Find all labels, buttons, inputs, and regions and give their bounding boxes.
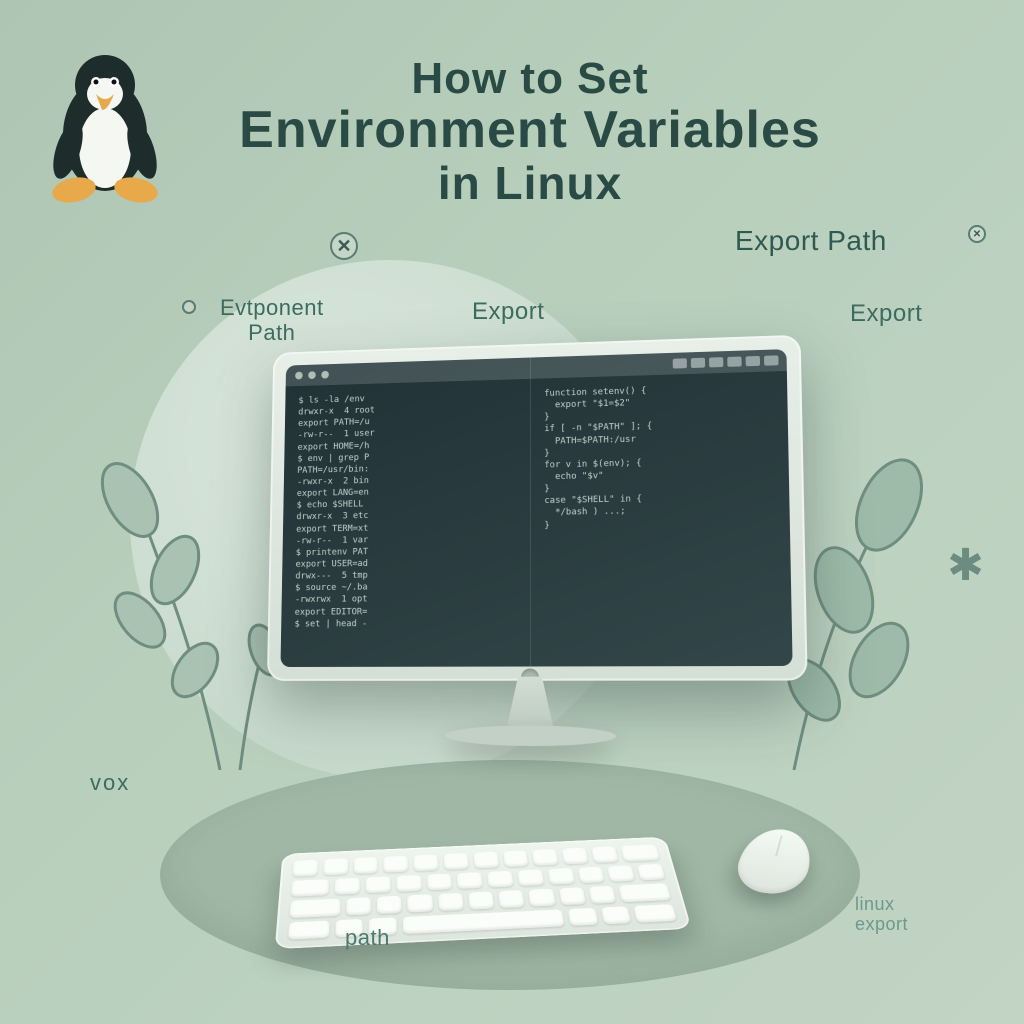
keyboard-key <box>288 920 330 940</box>
keyboard-key <box>291 879 329 897</box>
keyboard-key <box>637 864 665 881</box>
keyboard-key <box>335 877 360 894</box>
window-tab <box>746 356 760 366</box>
close-circle-icon-small: ✕ <box>968 225 986 243</box>
keyboard-key <box>620 845 660 862</box>
keyboard-key <box>438 893 464 911</box>
keyboard-key <box>473 852 499 869</box>
keyboard-key <box>377 896 402 914</box>
keyboard-key <box>517 869 544 886</box>
close-circle-icon: ✕ <box>330 232 358 260</box>
keyboard-key <box>353 857 377 874</box>
keyboard-key <box>487 870 513 887</box>
keyboard-key <box>532 849 559 865</box>
keyboard-key <box>290 899 340 918</box>
monitor: $ ls -la /envdrwxr-x 4 rootexport PATH=/… <box>266 335 809 744</box>
asterisk-icon: ✱ <box>947 540 984 591</box>
keyboard-key <box>407 894 432 912</box>
monitor-stand <box>500 677 560 732</box>
label-path: path <box>345 925 390 951</box>
label-export-path: Export Path <box>735 225 887 257</box>
terminal-screen: $ ls -la /envdrwxr-x 4 rootexport PATH=/… <box>280 349 792 667</box>
window-tab <box>691 358 705 368</box>
keyboard-key <box>413 854 438 871</box>
window-tab <box>709 357 723 367</box>
label-export-center: Export <box>472 298 544 326</box>
label-evtponent-path: Evtponent Path <box>220 295 324 346</box>
keyboard-key <box>427 873 453 890</box>
keyboard-spacebar <box>402 909 565 934</box>
dot-circle-icon <box>182 300 196 314</box>
monitor-bezel: $ ls -la /envdrwxr-x 4 rootexport PATH=/… <box>267 335 808 681</box>
window-dot-icon <box>321 371 329 379</box>
keyboard-key <box>498 890 525 908</box>
terminal-code-left: $ ls -la /envdrwxr-x 4 rootexport PATH=/… <box>280 358 530 667</box>
title-line-3: in Linux <box>180 156 880 210</box>
tux-penguin-icon <box>30 40 180 210</box>
keyboard-key <box>589 886 617 904</box>
window-tab <box>764 355 779 365</box>
keyboard-key <box>607 865 635 882</box>
keyboard-key <box>468 891 494 909</box>
keyboard-key <box>346 897 371 915</box>
label-export-right: Export <box>850 300 922 328</box>
keyboard-key <box>384 856 409 873</box>
page-title: How to Set Environment Variables in Linu… <box>180 54 880 210</box>
title-line-1: How to Set <box>180 54 880 104</box>
keyboard-key <box>547 868 574 885</box>
label-linux-export: linux export <box>855 895 908 935</box>
window-dot-icon <box>295 372 303 380</box>
keyboard-key <box>457 872 483 889</box>
keyboard-key <box>619 883 671 902</box>
window-tabs <box>673 349 779 374</box>
keyboard-key <box>562 848 589 864</box>
keyboard-key <box>443 853 468 870</box>
terminal-code-right: function setenv() { export "$1=$2"}if [ … <box>530 349 792 666</box>
keyboard-key <box>568 907 598 925</box>
title-line-2: Environment Variables <box>180 100 880 160</box>
keyboard-key <box>292 860 317 877</box>
keyboard-key <box>577 866 605 883</box>
keyboard-key <box>633 904 677 923</box>
keyboard-key <box>396 875 421 892</box>
keyboard-key <box>503 850 529 867</box>
keyboard-key <box>366 876 391 893</box>
window-tab <box>727 357 741 367</box>
keyboard-key <box>601 906 631 924</box>
keyboard-key <box>323 858 348 875</box>
keyboard-key <box>559 887 586 905</box>
label-vox: vox <box>90 770 130 796</box>
window-tab <box>673 358 687 368</box>
keyboard-key <box>529 889 556 907</box>
keyboard-key <box>591 846 618 862</box>
window-dot-icon <box>308 371 316 379</box>
